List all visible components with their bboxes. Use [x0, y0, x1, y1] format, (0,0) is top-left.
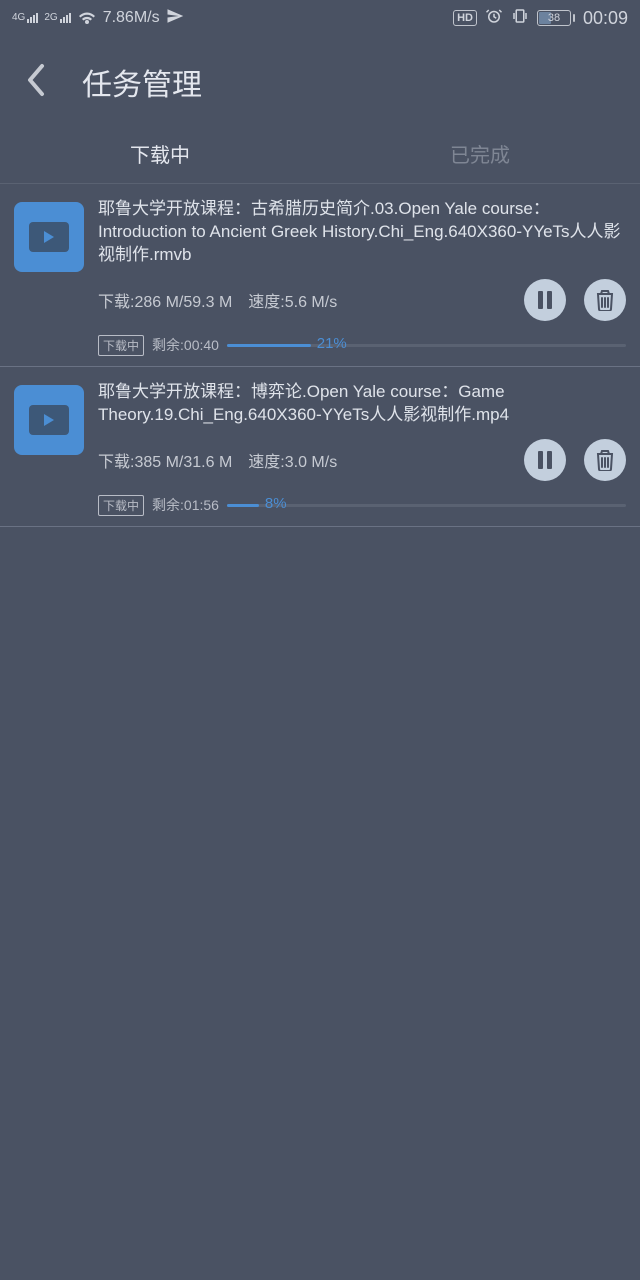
tab-downloading[interactable]: 下载中 [0, 139, 320, 168]
progress-bar: 8% [227, 504, 626, 507]
status-badge: 下载中 [98, 495, 144, 516]
page-title: 任务管理 [82, 60, 202, 104]
pause-button[interactable] [524, 279, 566, 321]
trash-icon [595, 289, 615, 311]
progress-percent: 8% [265, 495, 287, 512]
send-icon [166, 7, 184, 30]
download-item: 耶鲁大学开放课程：博弈论.Open Yale course：Game Theor… [0, 367, 640, 527]
download-item: 耶鲁大学开放课程：古希腊历史简介.03.Open Yale course：Int… [0, 184, 640, 367]
network-4g: 4G [12, 13, 38, 23]
pause-button[interactable] [524, 439, 566, 481]
network-2g: 2G [44, 13, 70, 23]
download-size: 下载:286 M/59.3 M [98, 288, 232, 312]
progress-percent: 21% [317, 335, 347, 352]
download-size: 下载:385 M/31.6 M [98, 448, 232, 472]
vibrate-icon [511, 7, 529, 30]
pause-icon [538, 451, 552, 469]
download-speed: 速度:3.0 M/s [248, 448, 337, 472]
delete-button[interactable] [584, 279, 626, 321]
hd-icon: HD [453, 10, 477, 26]
progress-bar: 21% [227, 344, 626, 347]
header: 任务管理 [0, 36, 640, 124]
delete-button[interactable] [584, 439, 626, 481]
trash-icon [595, 449, 615, 471]
net-speed: 7.86M/s [103, 9, 160, 27]
time-remaining: 剩余:01:56 [152, 495, 219, 515]
video-thumbnail-icon [14, 202, 84, 272]
status-badge: 下载中 [98, 335, 144, 356]
status-bar: 4G 2G 7.86M/s HD 38 00:09 [0, 0, 640, 36]
time-remaining: 剩余:00:40 [152, 335, 219, 355]
pause-icon [538, 291, 552, 309]
tabs: 下载中 已完成 [0, 124, 640, 184]
download-list: 耶鲁大学开放课程：古希腊历史简介.03.Open Yale course：Int… [0, 184, 640, 527]
filename: 耶鲁大学开放课程：古希腊历史简介.03.Open Yale course：Int… [98, 198, 626, 267]
wifi-icon [77, 10, 97, 26]
battery-icon: 38 [537, 10, 575, 26]
tab-completed[interactable]: 已完成 [320, 139, 640, 168]
filename: 耶鲁大学开放课程：博弈论.Open Yale course：Game Theor… [98, 381, 626, 427]
alarm-icon [485, 7, 503, 30]
video-thumbnail-icon [14, 385, 84, 455]
back-button[interactable] [24, 62, 54, 103]
clock-time: 00:09 [583, 8, 628, 29]
download-speed: 速度:5.6 M/s [248, 288, 337, 312]
